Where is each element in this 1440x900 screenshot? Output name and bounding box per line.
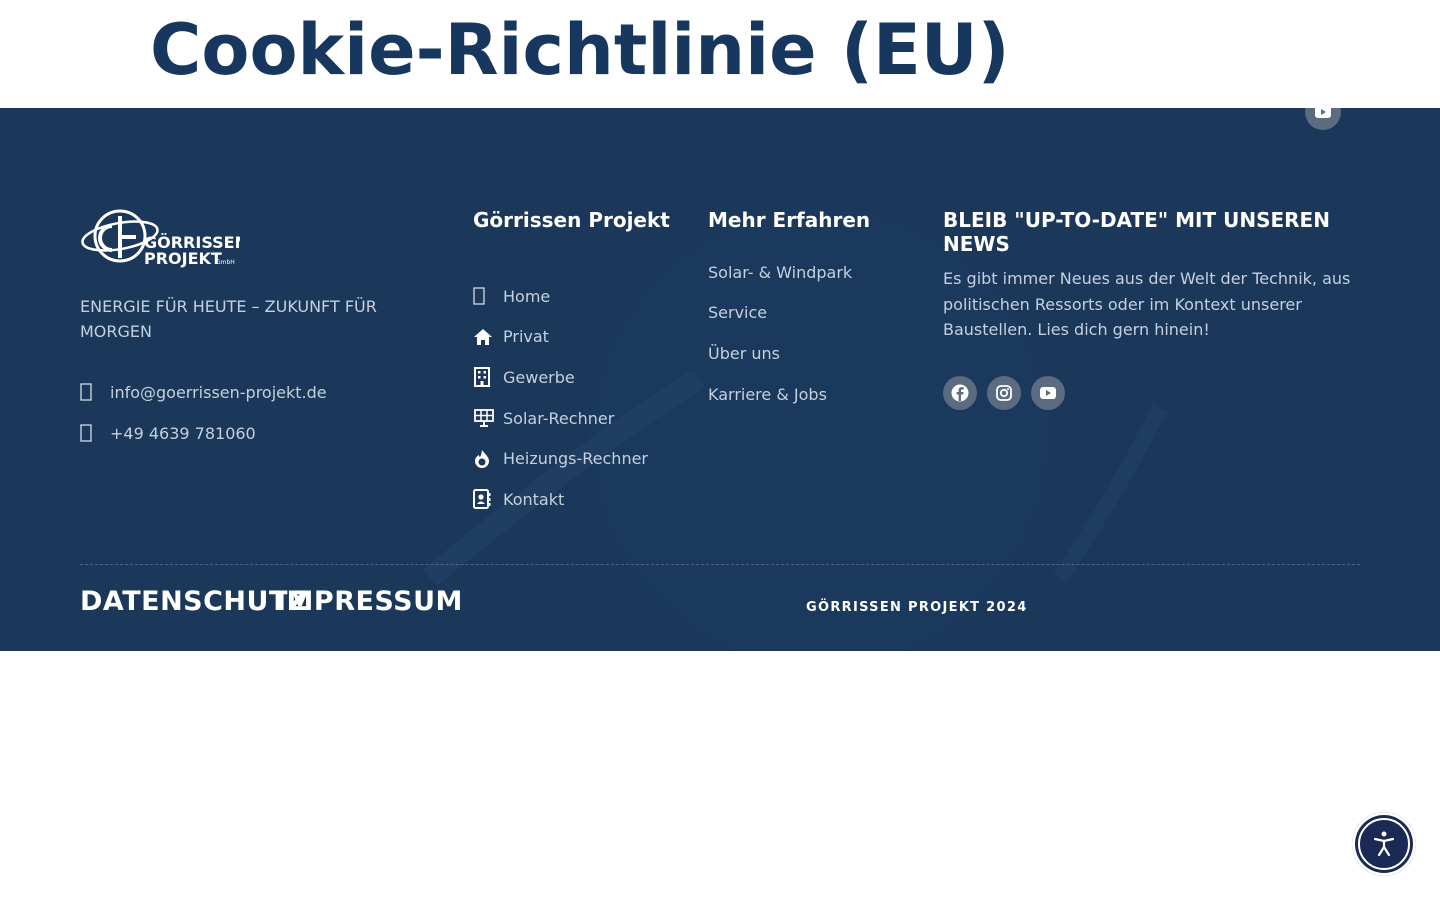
more-links-list: Solar- & Windpark Service Über uns Karri… [708,252,852,414]
contact-phone-text: +49 4639 781060 [110,423,256,443]
privacy-link[interactable]: DATENSCHUTZ [80,586,308,617]
site-footer: GÖRRISSEN PROJEKT GmbH ENERGIE FÜR HEUTE… [0,108,1440,651]
phone-icon [80,423,100,443]
footer-nav-home[interactable]: Home [473,276,648,317]
contact-email-text: info@goerrissen-projekt.de [110,382,327,402]
footer-nav-list: Home Privat Gewerbe Solar-Rechner Heizun… [473,276,648,520]
footer-nav-label: Heizungs-Rechner [503,449,649,469]
footer-nav-label: Solar-Rechner [503,408,615,428]
building-icon [473,366,495,388]
accessibility-button[interactable] [1352,812,1416,876]
fire-icon [473,448,495,470]
logo-suffix: GmbH [216,259,235,266]
house-icon [473,326,495,348]
footer-nav-label: Home [503,286,551,306]
footer-nav-gewerbe[interactable]: Gewerbe [473,357,648,398]
news-description: Es gibt immer Neues aus der Welt der Tec… [943,269,1351,339]
copyright-text: GÖRRISSEN PROJEKT 2024 [806,600,1028,615]
instagram-icon[interactable] [987,376,1021,410]
address-book-icon [473,488,495,510]
contact-phone[interactable]: +49 4639 781060 [80,423,256,443]
footer-nav-heizungs-rechner[interactable]: Heizungs-Rechner [473,438,648,479]
youtube-icon[interactable] [1031,376,1065,410]
more-link-solar-windpark[interactable]: Solar- & Windpark [708,252,852,293]
more-link-karriere[interactable]: Karriere & Jobs [708,374,852,415]
page-title: Cookie-Richtlinie (EU) [150,9,1010,91]
company-logo[interactable]: GÖRRISSEN PROJEKT GmbH [80,208,248,274]
footer-divider [80,564,1360,565]
contact-email[interactable]: info@goerrissen-projekt.de [80,382,327,402]
imprint-link[interactable]: IMPRESSUM [276,586,463,617]
company-tagline: ENERGIE FÜR HEUTE – ZUKUNFT FÜR MORGEN [80,297,377,341]
footer-nav-kontakt[interactable]: Kontakt [473,479,648,520]
nav-column-title: Görrissen Projekt [473,208,670,232]
footer-nav-privat[interactable]: Privat [473,317,648,358]
logo-line-2: PROJEKT [144,249,222,268]
facebook-icon[interactable] [943,376,977,410]
envelope-icon [80,382,100,402]
news-column-title: BLEIB "UP-TO-DATE" MIT UNSEREN NEWS [943,208,1330,256]
footer-nav-label: Kontakt [503,489,565,509]
more-link-ueber-uns[interactable]: Über uns [708,333,852,374]
more-column-title: Mehr Erfahren [708,208,871,232]
footer-nav-solar-rechner[interactable]: Solar-Rechner [473,398,648,439]
more-link-service[interactable]: Service [708,293,852,334]
solar-panel-icon [473,407,495,429]
footer-nav-label: Gewerbe [503,367,575,387]
footer-nav-label: Privat [503,327,549,347]
social-links [943,376,1065,410]
accessibility-icon [1358,818,1410,870]
box-icon [473,285,495,307]
